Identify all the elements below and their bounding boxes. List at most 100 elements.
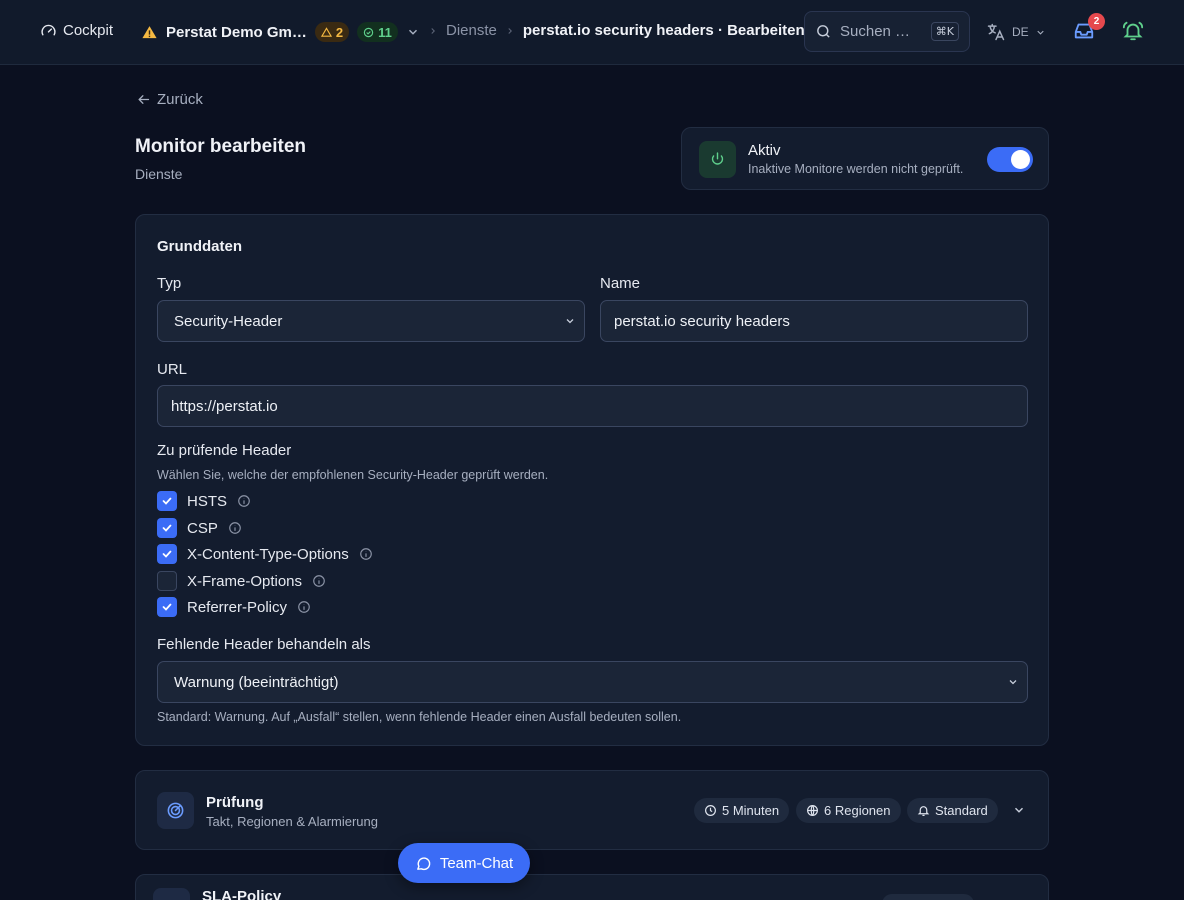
search-placeholder: Suchen …: [840, 23, 911, 40]
warning-count-badge: 2: [314, 22, 350, 42]
sla-title: SLA-Policy: [202, 888, 282, 900]
org-name: Perstat Demo Gm…: [166, 23, 307, 41]
missing-value: Warnung (beeinträchtigt): [174, 673, 339, 691]
alerts-button[interactable]: [1122, 20, 1144, 42]
breadcrumb-current: perstat.io security headers · Bearbeiten: [522, 22, 805, 39]
typ-select[interactable]: Security-Header: [157, 300, 585, 342]
chat-bubble-icon: [415, 855, 432, 872]
team-chat-button[interactable]: Team-Chat: [398, 843, 530, 883]
url-value: https://perstat.io: [171, 397, 278, 415]
pruefung-subtitle: Takt, Regionen & Alarmierung: [206, 814, 378, 829]
url-label: URL: [157, 361, 188, 378]
section-title: Grunddaten: [157, 238, 242, 255]
search-button[interactable]: Suchen … ⌘K: [804, 11, 970, 52]
inbox-badge: 2: [1088, 13, 1105, 30]
breadcrumb-parent[interactable]: Dienste: [446, 22, 497, 39]
chevron-right-icon: [428, 25, 438, 37]
grunddaten-card: Grunddaten Typ Security-Header Name pers…: [135, 214, 1049, 746]
clock-icon: [704, 804, 717, 817]
arrow-left-icon: [136, 92, 151, 107]
info-icon[interactable]: [359, 547, 373, 561]
chevron-right-icon: [505, 25, 515, 37]
pruefung-title: Prüfung: [206, 794, 264, 811]
chevron-down-icon: [1007, 676, 1019, 688]
name-input[interactable]: perstat.io security headers: [600, 300, 1028, 342]
warning-count: 2: [335, 24, 344, 40]
alerting-chip: Standard: [907, 798, 998, 823]
headers-label: Zu prüfende Header: [157, 442, 292, 459]
interval-value: 5 Minuten: [722, 803, 780, 818]
header-option-csp[interactable]: CSP: [157, 518, 242, 538]
active-description: Inaktive Monitore werden nicht geprüft.: [748, 162, 964, 176]
regions-chip: 6 Regionen: [796, 798, 901, 823]
header-option-x-frame-options[interactable]: X-Frame-Options: [157, 571, 326, 591]
back-link[interactable]: Zurück: [136, 91, 203, 108]
top-bar: Cockpit Perstat Demo Gm… 2 11 Dienste pe…: [0, 0, 1184, 65]
back-label: Zurück: [157, 91, 203, 108]
ok-count-badge: 11: [357, 22, 398, 42]
check-circle-icon: [363, 27, 374, 38]
info-icon[interactable]: [237, 494, 251, 508]
pruefung-card[interactable]: Prüfung Takt, Regionen & Alarmierung 5 M…: [135, 770, 1049, 850]
page-title: Monitor bearbeiten: [135, 136, 307, 157]
inbox-button[interactable]: 2: [1073, 13, 1105, 42]
translate-icon: [986, 22, 1006, 42]
bell-icon: [917, 804, 930, 817]
name-label: Name: [600, 275, 641, 292]
missing-select[interactable]: Warnung (beeinträchtigt): [157, 661, 1028, 703]
chevron-down-icon: [1035, 27, 1046, 38]
toggle-knob: [1011, 150, 1030, 169]
header-option-label: CSP: [187, 519, 218, 537]
language-switcher[interactable]: DE: [986, 22, 1046, 42]
info-icon[interactable]: [228, 521, 242, 535]
org-switcher[interactable]: Perstat Demo Gm… 2 11: [141, 22, 420, 42]
missing-label: Fehlende Header behandeln als: [157, 636, 371, 653]
warning-triangle-icon: [141, 24, 158, 41]
info-icon[interactable]: [312, 574, 326, 588]
header-option-label: Referrer-Policy: [187, 598, 288, 616]
active-title: Aktiv: [748, 142, 781, 159]
search-icon: [815, 23, 832, 40]
headers-help: Wählen Sie, welche der empfohlenen Secur…: [157, 468, 549, 482]
regions-value: 6 Regionen: [824, 803, 891, 818]
globe-icon: [806, 804, 819, 817]
header-option-label: X-Content-Type-Options: [187, 545, 349, 563]
power-icon: [699, 141, 736, 178]
active-status-card: Aktiv Inaktive Monitore werden nicht gep…: [681, 127, 1049, 190]
header-option-referrer-policy[interactable]: Referrer-Policy: [157, 597, 311, 617]
checkbox-checked[interactable]: [157, 597, 177, 617]
sla-icon: [153, 888, 190, 900]
language-label: DE: [1012, 25, 1029, 39]
gauge-icon: [40, 22, 57, 39]
info-icon[interactable]: [297, 600, 311, 614]
header-option-hsts[interactable]: HSTS: [157, 491, 251, 511]
chevron-down-icon: [564, 315, 576, 327]
checkbox-checked[interactable]: [157, 544, 177, 564]
active-toggle[interactable]: [987, 147, 1033, 172]
interval-chip: 5 Minuten: [694, 798, 790, 823]
missing-help: Standard: Warnung. Auf „Ausfall“ stellen…: [157, 710, 682, 724]
url-input[interactable]: https://perstat.io: [157, 385, 1028, 427]
ok-count: 11: [378, 24, 392, 40]
alerting-value: Standard: [935, 803, 988, 818]
chevron-down-icon[interactable]: [406, 25, 420, 39]
page-subtitle: Dienste: [135, 166, 183, 182]
header-option-x-content-type-options[interactable]: X-Content-Type-Options: [157, 544, 373, 564]
chevron-down-icon[interactable]: [1012, 803, 1026, 817]
breadcrumb: Dienste perstat.io security headers · Be…: [428, 22, 805, 39]
search-shortcut: ⌘K: [930, 22, 959, 41]
warning-small-icon: [320, 26, 332, 38]
cockpit-link[interactable]: Cockpit: [40, 22, 113, 39]
radar-icon: [157, 792, 194, 829]
typ-value: Security-Header: [174, 312, 283, 330]
checkbox-checked[interactable]: [157, 518, 177, 538]
header-option-label: X-Frame-Options: [187, 572, 303, 590]
header-option-label: HSTS: [187, 492, 228, 510]
team-chat-label: Team-Chat: [439, 854, 514, 872]
checkbox-unchecked[interactable]: [157, 571, 177, 591]
cockpit-label: Cockpit: [63, 22, 114, 39]
typ-label: Typ: [157, 275, 182, 292]
checkbox-checked[interactable]: [157, 491, 177, 511]
sla-card[interactable]: SLA-Policy: [135, 874, 1049, 900]
name-value: perstat.io security headers: [614, 312, 790, 330]
